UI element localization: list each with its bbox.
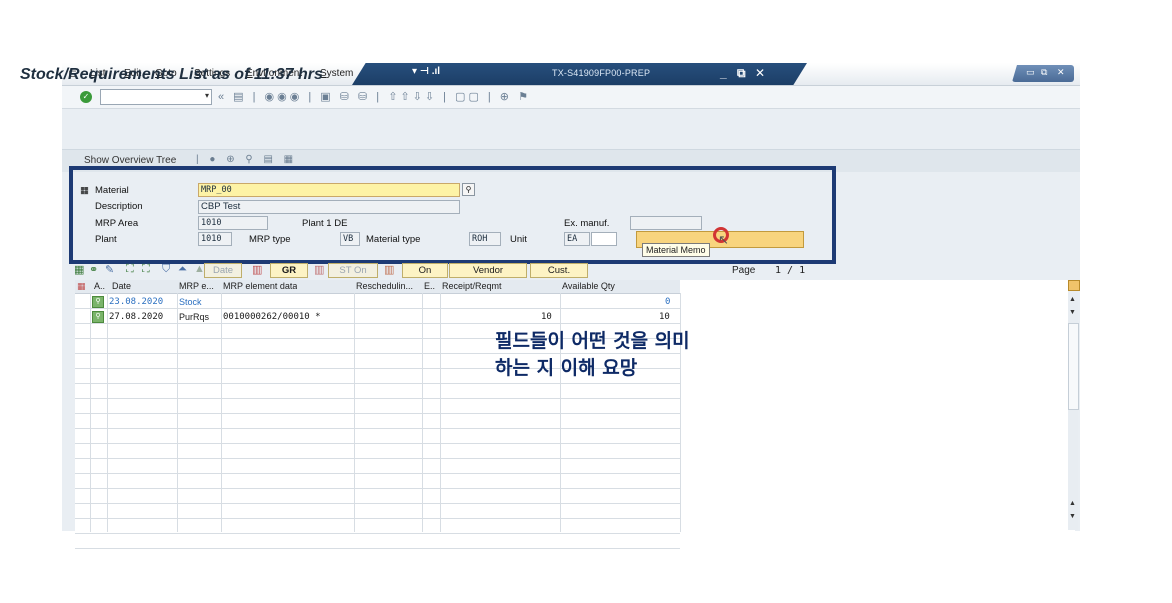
requirements-table: ▦ A.. Date MRP e... MRP element data Res… (75, 280, 1075, 549)
app-toolbar-icons[interactable]: | ● ⊕ ⚲ ▤ ▦ (196, 154, 297, 165)
row2-available: 10 (659, 312, 670, 322)
scroll-down-icon[interactable]: ▼ (1069, 513, 1076, 520)
table-row (75, 383, 680, 384)
col-mrp-element[interactable]: MRP e... (179, 281, 214, 291)
vendor-button[interactable]: Vendor (449, 263, 527, 278)
collapse-icon[interactable]: ⛶ (142, 263, 150, 276)
table-row (75, 428, 680, 429)
sort-icon[interactable]: ⏶ (178, 263, 187, 276)
col-receipt-reqmt[interactable]: Receipt/Reqmt (442, 281, 502, 291)
table-settings-icon[interactable] (1068, 280, 1080, 291)
expand-icon[interactable]: ⛶ (126, 263, 134, 276)
row-details-icon[interactable]: ⚲ (92, 311, 104, 323)
table-column-divider (107, 293, 108, 532)
system-toolbar: ✓ ▾ « ▤ | ◉◉◉ | ▣ ⛁ ⛁ | ⇧⇧⇩⇩ | ▢▢ | ⊕ ⚑ (62, 86, 1080, 109)
table-column-divider (422, 293, 423, 532)
chevron-down-icon[interactable]: ▾ (205, 91, 209, 100)
grid-toolbar: ▦ ⚭ ✎ ⛶ ⛶ ⛉ ⏶ ▲ Date ▥ GR ▥ ST On ▥ On V… (72, 262, 1082, 278)
cust-button[interactable]: Cust. (530, 263, 588, 278)
col-mrp-element-data[interactable]: MRP element data (223, 281, 297, 291)
row2-receipt: 10 (541, 312, 552, 322)
table-column-divider (440, 293, 441, 532)
table-row (75, 488, 680, 489)
table-column-divider (221, 293, 222, 532)
close-icon[interactable]: ✕ (755, 66, 765, 80)
row1-element[interactable]: Stock (179, 297, 202, 307)
scroll-down-icon[interactable]: ▼ (1069, 309, 1076, 316)
table-header: ▦ A.. Date MRP e... MRP element data Res… (75, 280, 680, 294)
st-on-button[interactable]: ST On (328, 263, 378, 278)
table-row (75, 443, 680, 444)
grid-settings-icon[interactable]: ▦ (74, 263, 84, 276)
win-minimize-icon[interactable]: ▭ (1026, 67, 1035, 78)
row1-available: 0 (665, 297, 671, 307)
annotation-line-1: 필드들이 어떤 것을 의미 (495, 330, 690, 352)
scroll-up-icon[interactable]: ▲ (1069, 296, 1076, 303)
command-field[interactable]: ▾ (100, 89, 212, 105)
restore-icon[interactable]: ⧉ (737, 66, 746, 81)
enter-icon[interactable]: ✓ (80, 91, 92, 103)
gr-button[interactable]: GR (270, 263, 308, 278)
show-overview-tree-button[interactable]: Show Overview Tree (84, 155, 176, 166)
toolbar-icons[interactable]: « ▤ | ◉◉◉ | ▣ ⛁ ⛁ | ⇧⇧⇩⇩ | ▢▢ | ⊕ ⚑ (218, 90, 531, 103)
row1-date: 23.08.2020 (109, 297, 164, 307)
scroll-thumb[interactable] (1068, 323, 1079, 410)
table-row (75, 458, 680, 459)
window-title: TX-S41909FP00-PREP (552, 68, 651, 78)
col-exception[interactable]: E.. (424, 281, 435, 291)
table-row (75, 518, 680, 519)
gr-icon: ▥ (252, 264, 263, 276)
col-available-qty[interactable]: Available Qty (562, 281, 615, 291)
row-details-icon[interactable]: ⚲ (92, 296, 104, 308)
layout-icon[interactable]: ▦ (77, 281, 86, 292)
table-row (75, 548, 680, 549)
win-close-icon[interactable]: ✕ (1057, 67, 1065, 78)
on-button[interactable]: On (402, 263, 448, 278)
edit-icon[interactable]: ✎ (105, 263, 114, 276)
table-column-divider (354, 293, 355, 532)
table-row (75, 503, 680, 504)
table-row (75, 323, 680, 324)
on-icon: ▥ (384, 264, 395, 276)
title-bar: ▾ ⊣ .ıl TX-S41909FP00-PREP _ ⧉ ✕ (352, 63, 807, 85)
vertical-scrollbar[interactable]: ▲ ▼ ▲ ▼ (1068, 280, 1079, 530)
table-row (75, 413, 680, 414)
table-row (75, 473, 680, 474)
col-date[interactable]: Date (112, 281, 131, 291)
table-row (75, 533, 680, 534)
col-rescheduling[interactable]: Reschedulin... (356, 281, 420, 291)
filter-icon[interactable]: ⛉ (162, 263, 170, 276)
annotation-text: 필드들이 어떤 것을 의미 하는 지 이해 요망 (495, 328, 690, 382)
st-on-icon: ▥ (314, 264, 325, 276)
col-a[interactable]: A.. (94, 281, 105, 291)
window-controls: ▭ ⧉ ✕ (1012, 65, 1074, 82)
page-title: Stock/Requirements List as of 11:37 hrs (20, 66, 323, 83)
table-row (75, 398, 680, 399)
row2-element-data: 0010000262/00010 * (223, 312, 321, 322)
annotation-line-2: 하는 지 이해 요망 (495, 357, 638, 379)
minimize-icon[interactable]: _ (720, 66, 727, 80)
date-button[interactable]: Date (204, 263, 242, 278)
table-column-divider (177, 293, 178, 532)
page-value: 1 / 1 (775, 265, 806, 276)
table-column-divider (90, 293, 91, 532)
menu-system[interactable]: System (320, 68, 353, 79)
signal-icon: ▾ ⊣ .ıl (412, 66, 441, 77)
row2-date: 27.08.2020 (109, 312, 164, 322)
page-label: Page (732, 265, 756, 276)
win-restore-icon[interactable]: ⧉ (1041, 67, 1047, 78)
highlight-box (69, 166, 836, 264)
row2-element[interactable]: PurRqs (179, 312, 209, 322)
table-row (75, 308, 680, 309)
scroll-up-icon[interactable]: ▲ (1069, 500, 1076, 507)
hierarchy-icon[interactable]: ⚭ (89, 263, 98, 276)
